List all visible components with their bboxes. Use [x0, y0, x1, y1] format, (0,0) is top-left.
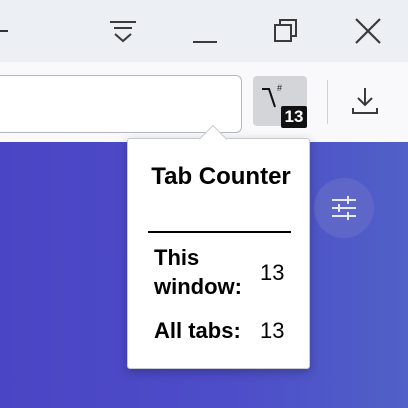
close-button[interactable]: [340, 6, 396, 56]
title-underline: [148, 231, 291, 233]
restore-button[interactable]: [258, 6, 314, 56]
svg-text:#: #: [277, 83, 282, 93]
tab-list-chevron-icon: [110, 21, 136, 43]
all-tabs-label: All tabs:: [154, 318, 241, 343]
all-tabs-count: 13: [260, 318, 285, 343]
tab-counter-popup: Tab Counter This window: 13 All tabs: 13: [127, 138, 310, 369]
list-all-tabs-button[interactable]: [95, 6, 151, 56]
address-bar[interactable]: [0, 75, 242, 133]
downloads-button[interactable]: [338, 76, 392, 126]
this-window-count: 13: [260, 260, 285, 285]
minimize-icon: [193, 41, 217, 43]
close-icon: [355, 18, 381, 44]
this-window-label: This window:: [154, 245, 242, 299]
tab-edge: [0, 30, 8, 32]
popup-title: Tab Counter: [151, 163, 291, 190]
minimize-button[interactable]: [177, 6, 233, 56]
settings-sliders-button[interactable]: [314, 178, 374, 238]
restore-icon: [274, 19, 297, 42]
tab-count-badge: 13: [281, 106, 307, 128]
window-titlebar: [0, 0, 408, 62]
toolbar-separator: [327, 80, 328, 124]
download-icon: [352, 88, 378, 114]
sliders-icon: [332, 196, 356, 220]
navigation-toolbar: # 13: [0, 62, 408, 142]
tab-counter-extension-button[interactable]: # 13: [253, 76, 307, 128]
